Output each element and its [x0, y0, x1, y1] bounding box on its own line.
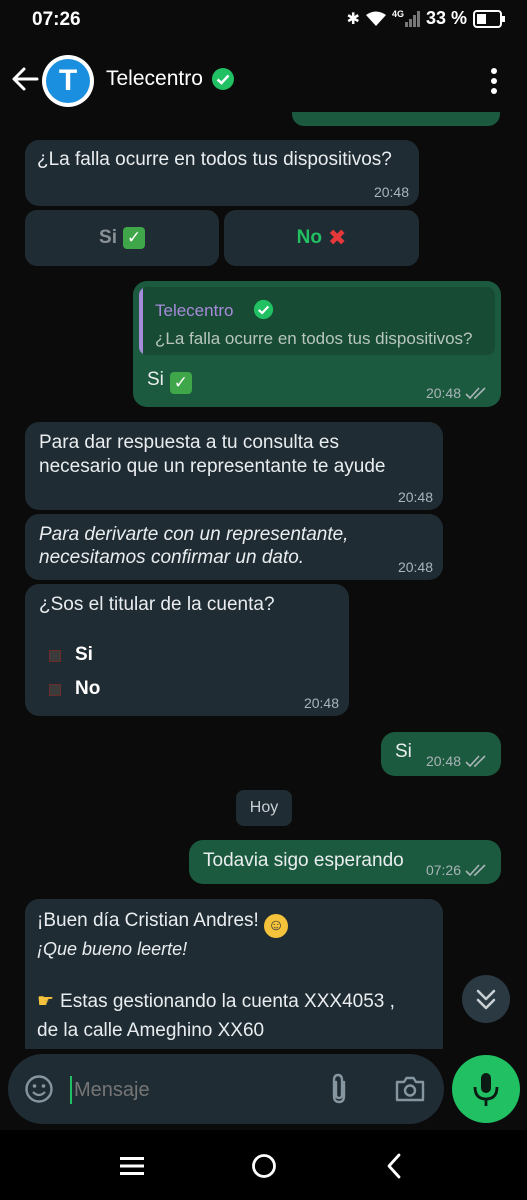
message-text-line: ☛ Estas gestionando la cuenta XXX4053 ,	[37, 990, 395, 1014]
account-text: Estas gestionando la cuenta XXX4053 ,	[60, 991, 395, 1012]
chat-title[interactable]: Telecentro	[106, 67, 203, 91]
option-no: No	[75, 678, 101, 699]
message-text: Todavia sigo esperando	[203, 850, 404, 871]
message-text: ¿La falla ocurre en todos tus dispositiv…	[37, 149, 392, 170]
incoming-message-bubble[interactable]: ¿Sos el titular de la cuenta? Si No 20:4…	[25, 584, 349, 716]
camera-icon[interactable]	[394, 1075, 426, 1103]
network-type: 4G	[391, 8, 404, 19]
greeting-text: ¡Buen día Cristian Andres!	[37, 910, 259, 931]
reply-button-no[interactable]: No ✖	[224, 210, 419, 266]
option-bullet-icon	[49, 650, 61, 662]
incoming-message-bubble[interactable]: Para derivarte con un representante, nec…	[25, 514, 443, 580]
incoming-message-bubble[interactable]: ¡Buen día Cristian Andres! ☺ ¡Que bueno …	[25, 899, 443, 1049]
chat-header: T Telecentro	[0, 40, 527, 122]
message-time: 20:48	[373, 184, 409, 200]
read-ticks-icon	[465, 387, 486, 400]
message-text: Si	[395, 741, 412, 762]
double-chevron-down-icon	[476, 989, 496, 1010]
microphone-icon	[473, 1073, 499, 1106]
check-mark-icon: ✓	[122, 227, 145, 249]
message-text-line: ¡Que bueno leerte!	[37, 939, 188, 959]
outgoing-message-bubble[interactable]: Telecentro ¿La falla ocurre en todos tus…	[133, 281, 501, 407]
check-mark-icon: ✓	[169, 372, 192, 394]
outgoing-message-bubble[interactable]: Si 20:48	[381, 732, 501, 776]
back-nav-icon[interactable]	[386, 1153, 402, 1179]
message-time: 20:48	[397, 559, 433, 575]
verified-badge-icon	[212, 68, 234, 90]
home-icon[interactable]	[251, 1153, 277, 1179]
grin-emoji-icon: ☺	[264, 914, 289, 938]
status-time: 07:26	[32, 9, 81, 30]
option-bullet-icon	[49, 684, 61, 696]
previous-message-bubble	[292, 112, 500, 126]
back-arrow-icon[interactable]	[10, 64, 40, 94]
message-text-line: Para derivarte con un representante,	[39, 524, 349, 545]
quoted-message[interactable]: Telecentro ¿La falla ocurre en todos tus…	[139, 287, 495, 355]
quote-author: Telecentro	[155, 301, 234, 320]
outgoing-message-bubble[interactable]: Todavia sigo esperando 07:26	[189, 840, 501, 884]
option-si: Si	[75, 644, 93, 665]
signal-icon	[404, 10, 420, 27]
bluetooth-icon: ✱	[346, 10, 360, 28]
attach-paperclip-icon[interactable]	[328, 1072, 352, 1106]
message-time: 20:48	[425, 753, 461, 769]
pointing-hand-icon: ☛	[37, 991, 55, 1012]
message-text-line: ¡Buen día Cristian Andres! ☺	[37, 909, 289, 938]
incoming-message-bubble[interactable]: ¿La falla ocurre en todos tus dispositiv…	[25, 140, 419, 206]
incoming-message-bubble[interactable]: Para dar respuesta a tu consulta es nece…	[25, 422, 443, 510]
cross-mark-icon: ✖	[327, 225, 347, 250]
message-time: 20:48	[303, 695, 339, 711]
read-ticks-icon	[465, 755, 486, 768]
battery-level: 33 %	[425, 8, 467, 28]
message-input[interactable]	[72, 1072, 316, 1108]
more-options-icon[interactable]	[484, 66, 504, 96]
avatar-letter: T	[46, 59, 90, 103]
reply-button-si[interactable]: Si ✓	[25, 210, 219, 266]
scroll-to-bottom-button[interactable]	[462, 975, 510, 1023]
message-text-content: Si	[147, 369, 164, 390]
voice-message-button[interactable]	[452, 1055, 520, 1123]
emoji-icon[interactable]	[24, 1074, 54, 1104]
quote-text: ¿La falla ocurre en todos tus dispositiv…	[155, 329, 473, 348]
recent-apps-icon[interactable]	[120, 1156, 144, 1176]
reply-button-label: No	[296, 227, 322, 248]
quote-bar	[139, 287, 143, 355]
message-time: 20:48	[397, 489, 433, 505]
message-text-line: necesario que un representante te ayude	[39, 456, 386, 477]
system-navigation-bar	[0, 1130, 527, 1200]
message-text-line: necesitamos confirmar un dato.	[39, 547, 305, 568]
reply-button-label: Si	[99, 227, 117, 248]
status-icons: ✱ 4G 33 %	[347, 8, 505, 29]
status-bar: 07:26 ✱ 4G 33 %	[0, 0, 527, 40]
message-text: ¿Sos el titular de la cuenta?	[39, 594, 275, 615]
message-text-line: Para dar respuesta a tu consulta es	[39, 432, 339, 453]
wifi-icon	[365, 11, 386, 26]
message-text-line: de la calle Ameghino XX60	[37, 1020, 265, 1041]
battery-icon	[473, 9, 505, 28]
message-text: Si ✓	[147, 368, 192, 394]
avatar[interactable]: T	[42, 55, 94, 107]
message-time: 07:26	[425, 862, 461, 878]
message-time: 20:48	[425, 385, 461, 401]
verified-badge-icon	[253, 299, 274, 320]
read-ticks-icon	[465, 864, 486, 877]
message-input-bar	[8, 1054, 444, 1124]
date-divider: Hoy	[236, 790, 292, 826]
